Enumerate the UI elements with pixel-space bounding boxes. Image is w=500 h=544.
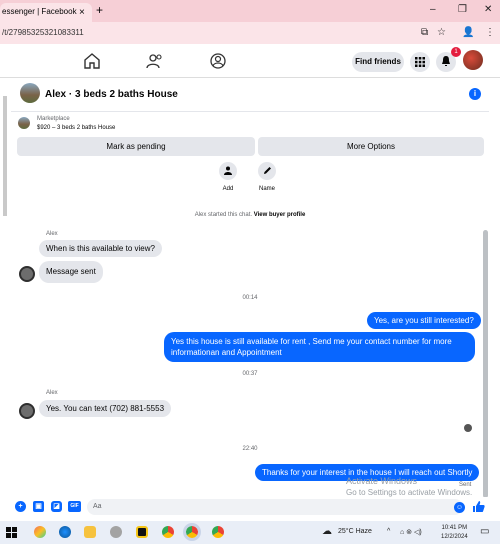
chrome-icon[interactable] — [212, 526, 224, 538]
app-icon[interactable] — [110, 526, 122, 538]
notifications-icon[interactable]: ▭ — [480, 526, 489, 537]
home-icon[interactable] — [82, 52, 102, 70]
thread-scrollbar[interactable] — [483, 230, 488, 498]
restore-icon[interactable]: ❐ — [458, 4, 467, 15]
plus-icon[interactable]: + — [15, 501, 26, 512]
message-input[interactable]: Aa — [87, 499, 463, 515]
clock-time: 10:41 PM — [441, 525, 468, 531]
sender-name: Alex — [46, 231, 58, 237]
clock[interactable]: 10:41 PM 12/2/2024 — [441, 524, 468, 542]
seen-indicator — [464, 424, 472, 432]
menu-grid-icon[interactable] — [410, 52, 430, 72]
file-explorer-icon[interactable] — [84, 526, 96, 538]
thumbs-up-icon[interactable] — [472, 500, 485, 513]
add-person-icon — [219, 162, 237, 180]
sender-avatar[interactable] — [19, 403, 35, 419]
find-friends-button[interactable]: Find friends — [352, 52, 404, 72]
chrome-active-icon[interactable] — [183, 523, 201, 541]
facebook-top-nav: Find friends — [0, 44, 500, 78]
sticker-icon[interactable]: ◪ — [51, 501, 62, 512]
start-icon[interactable] — [6, 527, 17, 538]
minimize-icon[interactable]: – — [430, 4, 436, 15]
weather-text[interactable]: 25°C Haze — [338, 528, 372, 535]
tray-icons[interactable]: ⌂ ⊚ ◁) — [400, 528, 422, 536]
listing-price: $920 – 3 beds 2 baths House — [37, 125, 116, 131]
browser-tab-bar: essenger | Facebook × + – ❐ ✕ — [0, 0, 500, 22]
tray-chevron-icon[interactable]: ^ — [387, 528, 390, 535]
name-label: Name — [258, 186, 275, 192]
friends-icon[interactable] — [145, 52, 165, 70]
mark-as-pending-button[interactable]: Mark as pending — [17, 137, 255, 156]
listing-thumbnail[interactable] — [20, 83, 40, 103]
address-bar: /t/27985325321083311 ⧉ ☆ 👤 ⋮ — [0, 22, 500, 44]
view-buyer-profile-link[interactable]: View buyer profile — [254, 212, 306, 218]
image-icon[interactable]: ▣ — [33, 501, 44, 512]
install-icon[interactable]: ⧉ — [421, 27, 428, 38]
watermark-line1: Activate Windows — [346, 476, 418, 486]
activate-windows-watermark: Activate Windows Go to Settings to activ… — [346, 476, 472, 498]
new-tab-button[interactable]: + — [96, 3, 103, 17]
sender-avatar[interactable] — [19, 266, 35, 282]
url-field[interactable]: /t/27985325321083311 — [2, 28, 84, 37]
tab-title: essenger | Facebook — [2, 7, 77, 16]
notification-badge: 1 — [451, 47, 461, 57]
incoming-message[interactable]: When is this available to view? — [39, 240, 162, 257]
copilot-icon[interactable] — [34, 526, 46, 538]
windows-taskbar: ☁ 25°C Haze ^ ⌂ ⊚ ◁) 10:41 PM 12/2/2024 … — [0, 521, 500, 544]
sender-name: Alex — [46, 390, 58, 396]
edge-icon[interactable] — [59, 526, 71, 538]
chat-started-notice: Alex started this chat. View buyer profi… — [11, 212, 489, 218]
account-avatar[interactable] — [463, 50, 483, 70]
weather-icon[interactable]: ☁ — [322, 526, 332, 537]
timestamp: 22:40 — [242, 446, 258, 452]
chat-title[interactable]: Alex · 3 beds 2 baths House — [45, 89, 178, 100]
add-friend-button[interactable]: Add — [217, 162, 239, 192]
tab-close-icon[interactable]: × — [79, 7, 85, 18]
clock-date: 12/2/2024 — [441, 534, 468, 540]
app-icon[interactable] — [136, 526, 148, 538]
name-button[interactable]: Name — [255, 162, 279, 192]
outgoing-message[interactable]: Yes, are you still interested? — [367, 312, 481, 329]
emoji-icon[interactable]: ☺ — [454, 502, 465, 513]
groups-icon[interactable] — [208, 52, 228, 70]
chat-started-text: Alex started this chat. — [194, 212, 253, 218]
chrome-icon[interactable] — [162, 526, 174, 538]
marketplace-listing[interactable]: Marketplace $920 – 3 beds 2 baths House — [11, 112, 489, 136]
gif-icon[interactable]: GIF — [68, 501, 81, 512]
outgoing-message[interactable]: Yes this house is still available for re… — [164, 332, 475, 362]
message-thread: Add Name Alex started this chat. View bu… — [11, 158, 489, 494]
add-label: Add — [222, 186, 234, 192]
close-window-icon[interactable]: ✕ — [484, 4, 492, 15]
chat-header: Alex · 3 beds 2 baths House i — [11, 78, 489, 112]
timestamp: 00:37 — [242, 371, 258, 377]
more-options-button[interactable]: More Options — [258, 137, 484, 156]
incoming-message[interactable]: Message sent — [39, 261, 103, 283]
browser-menu-icon[interactable]: ⋮ — [485, 27, 495, 38]
timestamp: 00:14 — [242, 295, 258, 301]
message-composer: + ▣ ◪ GIF Aa ☺ — [11, 497, 489, 517]
bookmark-star-icon[interactable]: ☆ — [437, 27, 446, 38]
browser-tab[interactable]: essenger | Facebook × — [0, 3, 92, 22]
incoming-message[interactable]: Yes. You can text (702) 881-5553 — [39, 400, 172, 417]
info-icon[interactable]: i — [469, 88, 481, 100]
listing-small-thumbnail — [18, 117, 30, 129]
page-scrollbar[interactable] — [3, 96, 7, 216]
marketplace-label: Marketplace — [37, 116, 70, 122]
profile-icon[interactable]: 👤 — [462, 27, 474, 38]
pencil-icon — [258, 162, 276, 180]
